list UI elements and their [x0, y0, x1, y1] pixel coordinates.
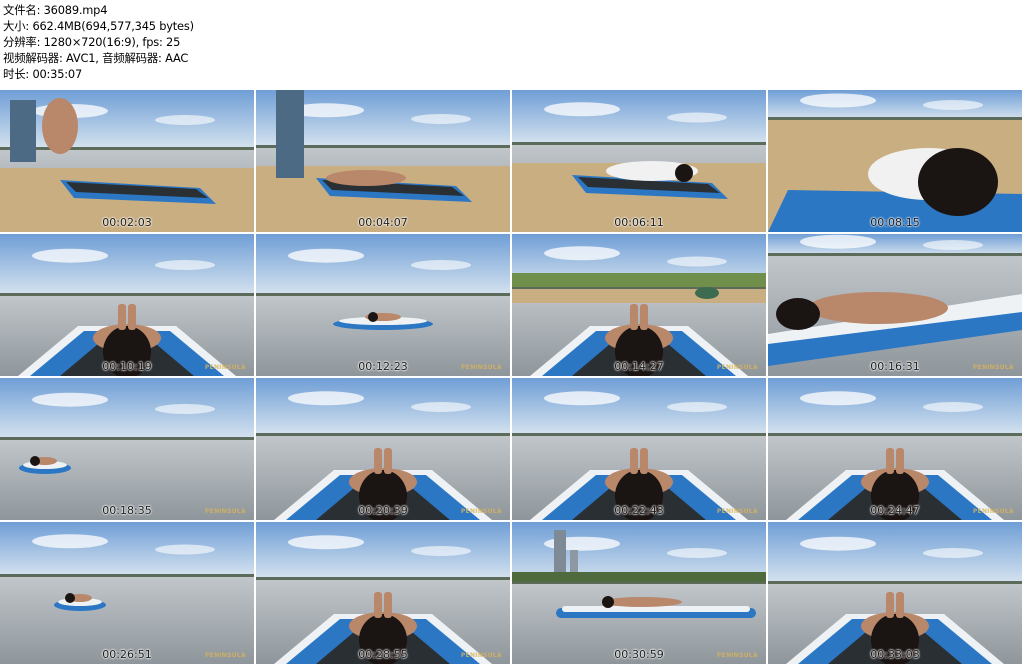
resolution-line: 分辨率: 1280×720(16:9), fps: 25	[3, 35, 181, 49]
thumbnail-timestamp: 00:02:03	[102, 216, 152, 229]
watermark-logo: PENINSULA	[204, 364, 246, 371]
video-thumbnail[interactable]: 00:20:39 PENINSULA	[256, 378, 510, 520]
watermark-logo: PENINSULA	[972, 364, 1014, 371]
video-thumbnail[interactable]: 00:06:11	[512, 90, 766, 232]
thumbnail-timestamp: 00:04:07	[358, 216, 408, 229]
watermark-logo: PENINSULA	[460, 364, 502, 371]
thumbnail-frame-image	[768, 378, 1022, 520]
thumbnail-frame-image	[512, 522, 766, 664]
thumbnail-timestamp: 00:33:03	[870, 648, 920, 661]
thumbnail-frame-image	[512, 90, 766, 232]
thumbnail-frame-image	[0, 378, 254, 520]
video-thumbnail[interactable]: 00:22:43 PENINSULA	[512, 378, 766, 520]
thumbnail-frame-image	[0, 522, 254, 664]
watermark-logo: PENINSULA	[716, 652, 758, 659]
video-thumbnail[interactable]: 00:04:07	[256, 90, 510, 232]
video-thumbnail[interactable]: 00:26:51 PENINSULA	[0, 522, 254, 664]
watermark-logo: PENINSULA	[716, 508, 758, 515]
file-name-line: 文件名: 36089.mp4	[3, 3, 108, 17]
thumbnail-frame-image	[0, 90, 254, 232]
video-thumbnail[interactable]: 00:02:03	[0, 90, 254, 232]
thumbnail-frame-image	[0, 234, 254, 376]
duration-line: 时长: 00:35:07	[3, 67, 82, 81]
thumbnail-frame-image	[768, 234, 1022, 376]
watermark-logo: PENINSULA	[460, 652, 502, 659]
video-thumbnail[interactable]: 00:30:59 PENINSULA	[512, 522, 766, 664]
thumbnail-frame-image	[768, 522, 1022, 664]
watermark-logo: PENINSULA	[972, 508, 1014, 515]
thumbnail-frame-image	[256, 234, 510, 376]
codec-line: 视频解码器: AVC1, 音频解码器: AAC	[3, 51, 189, 65]
thumbnail-frame-image	[512, 378, 766, 520]
thumbnail-timestamp: 00:06:11	[614, 216, 664, 229]
video-thumbnail[interactable]: 00:10:19 PENINSULA	[0, 234, 254, 376]
thumbnail-frame-image	[512, 234, 766, 376]
video-thumbnail[interactable]: 00:18:35 PENINSULA	[0, 378, 254, 520]
watermark-logo: PENINSULA	[460, 508, 502, 515]
video-thumbnail[interactable]: 00:33:03	[768, 522, 1022, 664]
video-thumbnail[interactable]: 00:08:15	[768, 90, 1022, 232]
watermark-logo: PENINSULA	[204, 508, 246, 515]
thumbnail-grid: 00:02:03 00:04:07 00:06:11 00:08:15 00:1…	[0, 90, 1024, 666]
file-size-line: 大小: 662.4MB(694,577,345 bytes)	[3, 19, 194, 33]
thumbnail-timestamp: 00:08:15	[870, 216, 920, 229]
video-thumbnail[interactable]: 00:16:31 PENINSULA	[768, 234, 1022, 376]
video-thumbnail[interactable]: 00:28:55 PENINSULA	[256, 522, 510, 664]
watermark-logo: PENINSULA	[204, 652, 246, 659]
video-thumbnail[interactable]: 00:24:47 PENINSULA	[768, 378, 1022, 520]
watermark-logo: PENINSULA	[716, 364, 758, 371]
thumbnail-frame-image	[256, 90, 510, 232]
video-thumbnail[interactable]: 00:12:23 PENINSULA	[256, 234, 510, 376]
thumbnail-frame-image	[768, 90, 1022, 232]
video-thumbnail[interactable]: 00:14:27 PENINSULA	[512, 234, 766, 376]
thumbnail-frame-image	[256, 378, 510, 520]
thumbnail-frame-image	[256, 522, 510, 664]
file-info-header: 文件名: 36089.mp4 大小: 662.4MB(694,577,345 b…	[3, 2, 403, 82]
